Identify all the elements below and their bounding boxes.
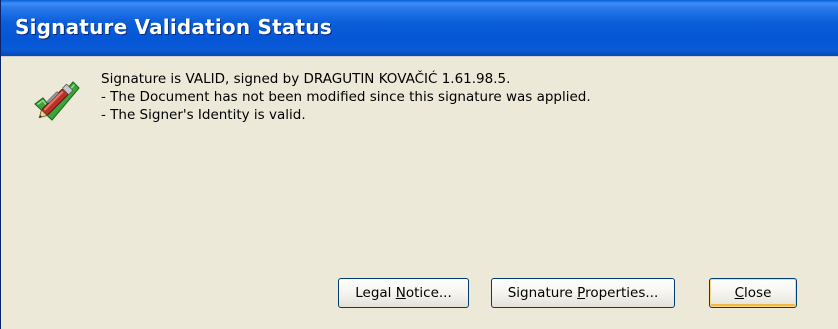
close-mnemonic: C xyxy=(734,285,745,301)
document-integrity-line: - The Document has not been modified sin… xyxy=(101,89,591,105)
signer-identity-line: - The Signer's Identity is valid. xyxy=(101,107,306,123)
window-title: Signature Validation Status xyxy=(15,15,332,39)
title-bar[interactable]: Signature Validation Status xyxy=(1,0,838,56)
signature-properties-button[interactable]: Signature Properties... xyxy=(491,278,675,308)
signature-properties-label-prefix: Signature xyxy=(507,285,578,301)
close-label-suffix: lose xyxy=(744,285,772,301)
validation-summary-line: Signature is VALID, signed by DRAGUTIN K… xyxy=(101,71,511,87)
title-separator xyxy=(1,56,838,57)
signature-validation-dialog: Signature Validation Status Signature is… xyxy=(0,0,838,329)
legal-notice-label-suffix: otice... xyxy=(405,285,452,301)
signature-properties-label-suffix: roperties... xyxy=(585,285,659,301)
legal-notice-label-prefix: Legal xyxy=(355,285,396,301)
validation-message: Signature is VALID, signed by DRAGUTIN K… xyxy=(101,70,591,124)
close-button[interactable]: Close xyxy=(709,278,797,308)
legal-notice-button[interactable]: Legal Notice... xyxy=(338,278,469,308)
signature-properties-mnemonic: P xyxy=(577,285,586,301)
valid-signature-icon xyxy=(34,81,80,121)
legal-notice-mnemonic: N xyxy=(395,285,406,301)
